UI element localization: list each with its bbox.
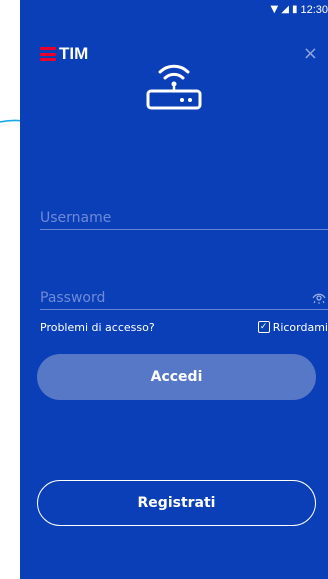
tim-logo: TIM xyxy=(40,44,88,64)
password-input[interactable] xyxy=(40,286,328,309)
access-problems-link[interactable]: Problemi di accesso? xyxy=(40,321,155,334)
remember-me-toggle[interactable]: ✓ Ricordami xyxy=(257,320,328,334)
tim-logo-mark-icon xyxy=(40,47,56,61)
remember-me-label: Ricordami xyxy=(272,320,328,334)
router-wifi-icon xyxy=(146,64,202,110)
remember-me-checkbox[interactable]: ✓ xyxy=(257,321,270,333)
username-input[interactable] xyxy=(40,206,328,229)
password-field[interactable] xyxy=(40,286,328,310)
wifi-icon: ▼ xyxy=(270,4,279,15)
username-field[interactable] xyxy=(40,206,328,230)
show-password-icon[interactable] xyxy=(312,292,326,304)
app-screen: ▼ ◢ ▮ 12:30 TIM × Problemi di accesso? xyxy=(20,0,328,579)
battery-icon: ▮ xyxy=(291,4,298,15)
tim-logo-text: TIM xyxy=(59,44,89,63)
signal-icon: ◢ xyxy=(281,4,289,15)
close-icon[interactable]: × xyxy=(303,45,318,63)
login-options-row: Problemi di accesso? ✓ Ricordami xyxy=(40,318,328,336)
login-button[interactable]: Accedi xyxy=(37,354,316,400)
register-button[interactable]: Registrati xyxy=(37,480,316,526)
status-time: 12:30 xyxy=(300,4,328,16)
status-bar: ▼ ◢ ▮ 12:30 xyxy=(208,0,328,20)
